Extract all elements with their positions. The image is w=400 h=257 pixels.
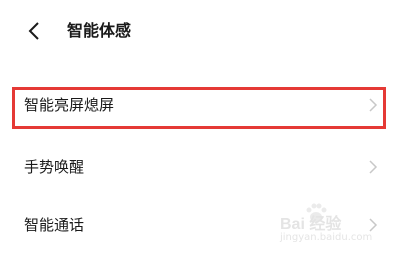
back-button[interactable] bbox=[22, 18, 48, 44]
highlight-box bbox=[12, 87, 386, 129]
header-bar: 智能体感 bbox=[0, 0, 400, 64]
watermark: Bai 经验 jingyan.baidu.com bbox=[280, 202, 390, 250]
setting-row-label: 智能通话 bbox=[24, 216, 85, 234]
chevron-right-icon bbox=[368, 158, 378, 176]
page-title: 智能体感 bbox=[67, 21, 132, 40]
watermark-url: jingyan.baidu.com bbox=[280, 232, 373, 243]
setting-row-gesture-wake[interactable]: 手势唤醒 bbox=[0, 142, 400, 192]
watermark-logo: Bai 经验 bbox=[280, 216, 342, 233]
chevron-left-icon bbox=[28, 22, 39, 40]
setting-row-label: 手势唤醒 bbox=[24, 158, 85, 176]
